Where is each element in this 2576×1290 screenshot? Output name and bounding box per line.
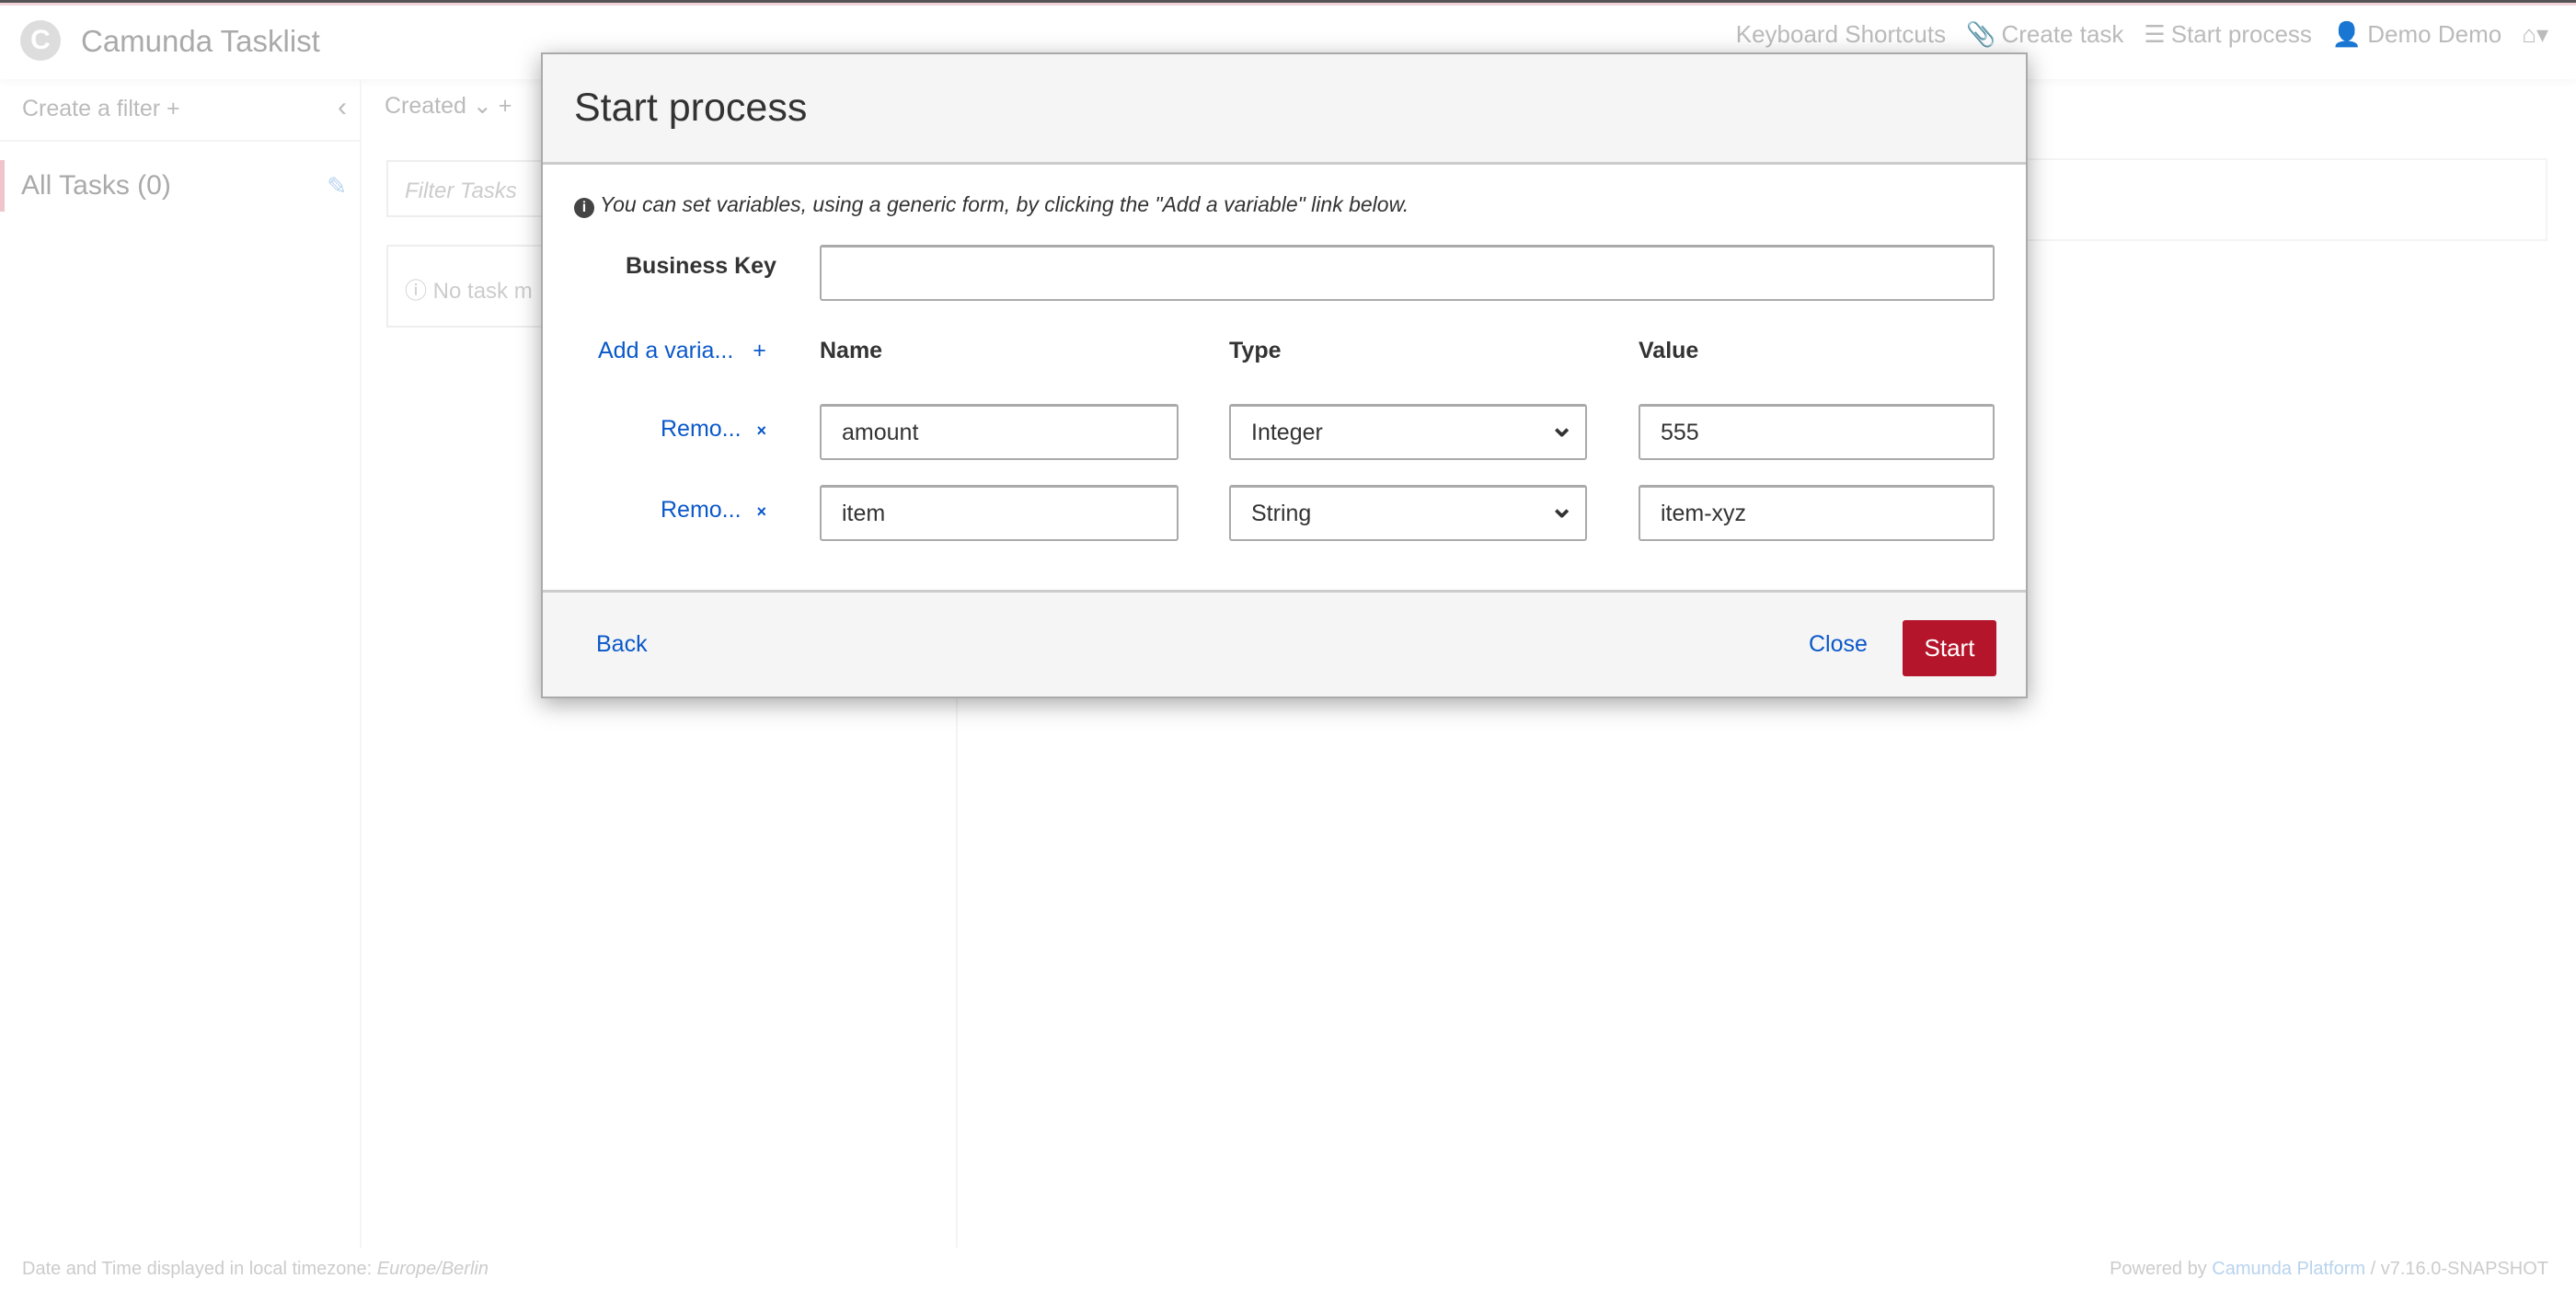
user-name: Demo Demo: [2367, 20, 2502, 48]
caret-down-icon: ▾: [2536, 20, 2548, 48]
close-x-icon: ×: [756, 421, 766, 440]
paperclip-icon: 📎: [1966, 20, 1996, 48]
add-variable-label: Add a varia...: [598, 338, 734, 363]
variable-type-select[interactable]: Integer: [1229, 404, 1587, 460]
filter-item-all-tasks[interactable]: All Tasks (0) ✎: [0, 160, 362, 212]
timezone-note: Date and Time displayed in local timezon…: [22, 1259, 489, 1280]
empty-text: No task m: [432, 279, 533, 304]
variable-value-input[interactable]: 555: [1639, 404, 1995, 460]
filter-count: (0): [137, 170, 171, 201]
type-value: Integer: [1251, 420, 1323, 445]
keyboard-shortcuts-link[interactable]: Keyboard Shortcuts: [1736, 20, 1946, 49]
value-column-header: Value: [1639, 338, 1699, 363]
remove-label: Remo...: [661, 497, 742, 523]
create-task-link[interactable]: 📎 Create task: [1966, 20, 2123, 49]
list-icon: ☰: [2144, 20, 2166, 48]
dialog-header: Start process: [543, 54, 2026, 165]
business-key-label: Business Key: [626, 253, 776, 279]
camunda-platform-link[interactable]: Camunda Platform: [2212, 1259, 2365, 1279]
add-variable-link[interactable]: Add a varia... +: [598, 338, 766, 364]
collapse-chevron-icon[interactable]: ‹: [338, 92, 347, 123]
create-task-label: Create task: [2001, 20, 2124, 48]
remove-variable-link[interactable]: Remo... ×: [661, 416, 766, 443]
top-nav: Keyboard Shortcuts 📎 Create task ☰ Start p…: [1736, 20, 2548, 49]
back-button[interactable]: Back: [596, 631, 648, 658]
home-menu[interactable]: ⌂▾: [2522, 20, 2548, 49]
variable-value-input[interactable]: item-xyz: [1639, 485, 1995, 541]
close-button[interactable]: Close: [1809, 631, 1868, 658]
close-x-icon: ×: [756, 502, 766, 521]
create-filter-link[interactable]: Create a filter +: [22, 96, 180, 122]
start-process-label: Start process: [2170, 20, 2312, 48]
remove-label: Remo...: [661, 416, 742, 442]
powered-by: Powered by Camunda Platform / v7.16.0-SN…: [2110, 1259, 2548, 1280]
version: / v7.16.0-SNAPSHOT: [2370, 1259, 2548, 1279]
user-menu[interactable]: 👤 Demo Demo: [2332, 20, 2501, 49]
variable-name-input[interactable]: amount: [820, 404, 1179, 460]
divider: [0, 140, 362, 142]
remove-variable-link[interactable]: Remo... ×: [661, 497, 766, 524]
start-process-dialog: Start process i You can set variables, us…: [541, 52, 2028, 698]
dialog-footer: Back Close Start: [543, 590, 2026, 697]
timezone-value: Europe/Berlin: [376, 1259, 489, 1279]
pencil-icon[interactable]: ✎: [327, 160, 347, 212]
type-value: String: [1251, 501, 1312, 526]
type-column-header: Type: [1229, 338, 1282, 363]
sort-label: Created: [385, 93, 466, 119]
variable-name-input[interactable]: item: [820, 485, 1179, 541]
name-column-header: Name: [820, 338, 883, 363]
info-icon: i: [574, 198, 594, 218]
sort-dropdown[interactable]: Created ⌄ +: [385, 92, 512, 120]
app-title[interactable]: Camunda Tasklist: [81, 24, 320, 59]
filter-name: All Tasks: [21, 170, 130, 201]
variable-type-select[interactable]: String: [1229, 485, 1587, 541]
user-icon: 👤: [2331, 20, 2363, 48]
powered-by-label: Powered by: [2110, 1259, 2207, 1279]
info-text: You can set variables, using a generic f…: [600, 192, 1409, 216]
dialog-title: Start process: [574, 86, 808, 130]
timezone-label: Date and Time displayed in local timezon…: [22, 1259, 373, 1279]
info-message: i You can set variables, using a generic …: [574, 192, 1409, 218]
plus-icon: +: [753, 338, 766, 363]
filter-sidebar: Create a filter + ‹ All Tasks (0) ✎: [0, 79, 362, 1248]
camunda-logo-icon: C: [20, 20, 61, 61]
add-sort-button[interactable]: +: [499, 93, 512, 119]
home-icon: ⌂: [2522, 20, 2536, 48]
start-button[interactable]: Start: [1903, 620, 1996, 676]
start-process-link[interactable]: ☰ Start process: [2144, 20, 2311, 49]
business-key-input[interactable]: [820, 245, 1995, 301]
